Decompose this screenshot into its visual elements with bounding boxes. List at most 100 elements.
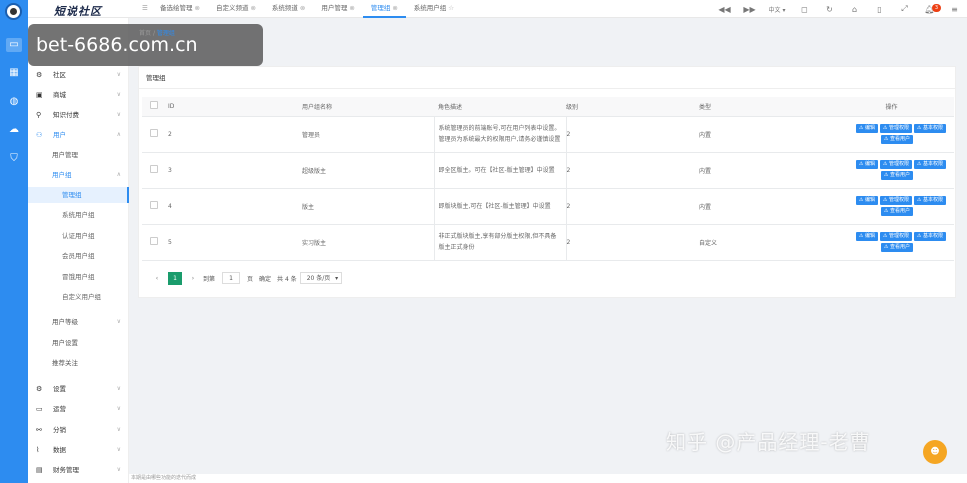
sidebar-item-label: 分销 [53, 426, 66, 434]
base-permission-button[interactable]: ⚠ 基本权限 [913, 196, 946, 205]
confirm-button[interactable]: 确定 [259, 274, 271, 283]
lock-icon[interactable]: ◻ [792, 5, 817, 14]
mall-icon: ▣ [36, 91, 43, 99]
sidebar-sub2-system-group[interactable]: 系统用户组 [28, 207, 129, 223]
tab-5[interactable]: 系统用户组 ☆ [406, 0, 462, 18]
row-checkbox[interactable] [150, 237, 158, 245]
tab-3[interactable]: 用户管理 ⊗ [313, 0, 362, 18]
cell-name: 超级版主 [302, 152, 434, 189]
tab-4[interactable]: 管理组 ⊗ [362, 0, 406, 18]
tab-0[interactable]: 备选绘管理 ⊗ [152, 0, 208, 18]
sidebar-sub-user-manage[interactable]: 用户管理 [28, 147, 129, 163]
sidebar-item-data[interactable]: ⌇ 数据 ∨ [28, 442, 129, 458]
breadcrumb-home[interactable]: 首页 [139, 30, 151, 37]
globe-icon[interactable]: ◍ [6, 95, 22, 109]
sidebar-item-label: 数据 [53, 446, 66, 454]
next-page-icon[interactable]: › [186, 275, 200, 282]
button-label: 查看用户 [889, 244, 910, 250]
row-checkbox[interactable] [150, 129, 158, 137]
row-checkbox[interactable] [150, 165, 158, 173]
page-size-label: 20 条/页 [306, 275, 331, 282]
next-tab-icon[interactable]: ▶▶ [737, 5, 762, 14]
sidebar-sub2-member-group[interactable]: 会员用户组 [28, 248, 129, 264]
cell-id: 5 [168, 224, 302, 261]
tab-1[interactable]: 自定义频道 ⊗ [208, 0, 264, 18]
col-actions: 操作 [829, 97, 954, 117]
sidebar-sub-recommend[interactable]: 推荐关注 [28, 355, 129, 371]
sidebar-sub2-other-group[interactable]: 冒饿用户组 [28, 269, 129, 285]
sidebar-item-knowledge[interactable]: ⚲ 知识付费 ∨ [28, 107, 129, 123]
fullscreen-icon[interactable]: ⤢ [892, 4, 917, 14]
close-icon[interactable]: ⊗ [250, 4, 255, 12]
sidebar-item-users[interactable]: ⚇ 用户 ∧ [28, 127, 129, 143]
float-action-button[interactable]: ☻ [923, 440, 947, 464]
edit-button[interactable]: ⚠ 编辑 [855, 196, 878, 205]
prev-tab-icon[interactable]: ◀◀ [712, 5, 737, 14]
avatar[interactable] [5, 3, 22, 20]
divider [139, 88, 955, 89]
pin-icon: ⚲ [36, 111, 42, 119]
tab-2[interactable]: 系统频道 ⊗ [264, 0, 313, 18]
manage-permission-button[interactable]: ⚠ 管理权限 [879, 196, 912, 205]
view-users-button[interactable]: ⚠ 查看用户 [880, 171, 913, 180]
sidebar-sub2-custom-group[interactable]: 自定义用户组 [28, 289, 129, 305]
sidebar-sub-user-level[interactable]: 用户等级 ∨ [28, 314, 129, 330]
notification-badge: 3 [931, 3, 941, 12]
sidebar-sub-user-group[interactable]: 用户组 ∧ [28, 167, 129, 183]
base-permission-button[interactable]: ⚠ 基本权限 [913, 160, 946, 169]
manage-permission-button[interactable]: ⚠ 管理权限 [879, 160, 912, 169]
row-checkbox[interactable] [150, 201, 158, 209]
cloud-icon[interactable]: ☁ [6, 123, 22, 137]
view-users-button[interactable]: ⚠ 查看用户 [880, 243, 913, 252]
sidebar-item-distribution[interactable]: ⚯ 分销 ∨ [28, 422, 129, 438]
row-select-cell [142, 188, 168, 225]
edit-button[interactable]: ⚠ 编辑 [855, 124, 878, 133]
page-number-current[interactable]: 1 [168, 271, 182, 285]
tab-menu-icon[interactable]: ☰ [134, 0, 152, 18]
action-row: ⚠ 编辑 ⚠ 管理权限 ⚠ 基本权限 [829, 159, 946, 170]
manage-permission-button[interactable]: ⚠ 管理权限 [879, 124, 912, 133]
close-icon[interactable]: ⊗ [349, 4, 354, 12]
action-row: ⚠ 编辑 ⚠ 管理权限 ⚠ 基本权限 [829, 123, 946, 134]
shield-icon[interactable]: ⛉ [6, 152, 22, 166]
cell-desc: 系统管理员的前端账号,可在用户列表中设置。管理员为系统最大的权限用户,请务必谨慎… [438, 125, 561, 143]
row-select-cell [142, 224, 168, 261]
view-users-button[interactable]: ⚠ 查看用户 [880, 135, 913, 144]
sidebar-sub-label: 会员用户组 [62, 252, 95, 260]
sidebar-item-community[interactable]: ⚙ 社区 ∨ [28, 67, 129, 83]
more-menu-icon[interactable]: ≡ [942, 5, 967, 14]
page-size-select[interactable]: 20 条/页 ▾ [299, 272, 343, 284]
base-permission-button[interactable]: ⚠ 基本权限 [913, 232, 946, 241]
sidebar-sub2-verified-group[interactable]: 认证用户组 [28, 228, 129, 244]
edit-button[interactable]: ⚠ 编辑 [855, 232, 878, 241]
sidebar-item-operation[interactable]: ▭ 运营 ∨ [28, 401, 129, 417]
close-icon[interactable]: ⊗ [195, 4, 200, 12]
apps-icon[interactable]: ▦ [6, 66, 22, 80]
close-icon[interactable]: ⊗ [392, 4, 397, 12]
home-icon[interactable]: ⌂ [842, 5, 867, 14]
star-icon[interactable]: ☆ [448, 4, 454, 12]
tab-label: 系统用户组 [413, 4, 447, 12]
sidebar-item-finance[interactable]: ▤ 财务管理 ∨ [28, 462, 129, 478]
sidebar-item-mall[interactable]: ▣ 商城 ∨ [28, 87, 129, 103]
mobile-icon[interactable]: ▯ [867, 5, 892, 14]
base-permission-button[interactable]: ⚠ 基本权限 [913, 124, 946, 133]
sidebar-item-settings[interactable]: ⚙ 设置 ∨ [28, 381, 129, 397]
language-select[interactable]: 中文 ▾ [762, 5, 792, 14]
close-icon[interactable]: ⊗ [300, 4, 305, 12]
tab-label: 系统频道 [271, 4, 298, 12]
sidebar-sub-user-settings[interactable]: 用户设置 [28, 335, 129, 351]
button-label: 查看用户 [889, 172, 910, 178]
manage-permission-button[interactable]: ⚠ 管理权限 [879, 232, 912, 241]
sidebar-sub2-admin-group[interactable]: 管理组 [28, 187, 129, 203]
cell-name: 管理员 [302, 116, 434, 153]
select-all-checkbox[interactable] [150, 101, 158, 110]
page-jump-input[interactable]: 1 [222, 272, 241, 284]
bell-icon[interactable]: 🔔︎ 3 [917, 3, 942, 14]
refresh-icon[interactable]: ↻ [817, 5, 842, 14]
sidebar-sub-label: 冒饿用户组 [62, 273, 95, 281]
view-users-button[interactable]: ⚠ 查看用户 [880, 207, 913, 216]
edit-button[interactable]: ⚠ 编辑 [855, 160, 878, 169]
monitor-icon[interactable]: ▭ [6, 38, 22, 52]
prev-page-icon[interactable]: ‹ [150, 275, 164, 282]
